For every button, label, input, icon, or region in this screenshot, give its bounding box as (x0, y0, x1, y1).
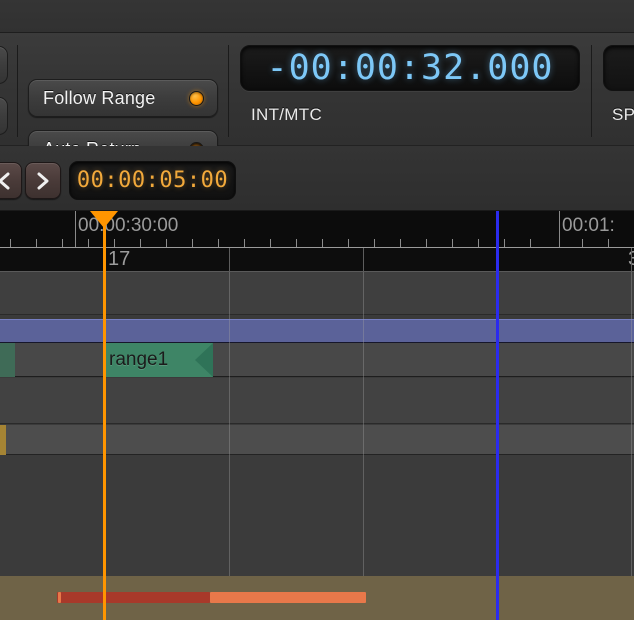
follow-range-button[interactable]: Follow Range (28, 79, 218, 117)
track-row[interactable] (0, 272, 634, 315)
range-end-arrow-icon (195, 343, 213, 377)
window-title-bar (0, 0, 634, 33)
track-row[interactable] (0, 425, 634, 455)
locator-timecode-value: 00:00:05:00 (76, 168, 229, 193)
ruler-major-tick (559, 211, 560, 248)
ruler-major-tick (75, 211, 76, 248)
bar-divider (631, 248, 632, 271)
bar-number: 17 (108, 248, 131, 270)
previous-marker-button[interactable] (0, 162, 22, 199)
track-row-selected[interactable] (0, 319, 634, 343)
transport-toolbar: Follow Range Auto Return -00:00:32.000 I… (0, 33, 634, 168)
playhead-handle-icon[interactable] (90, 211, 118, 228)
toolbar-divider-3 (591, 45, 592, 137)
bar-divider (363, 248, 364, 271)
toolbar-divider-1 (17, 45, 18, 137)
grid-line (229, 272, 230, 576)
bar-divider (229, 248, 230, 271)
track-row-range[interactable] (0, 343, 634, 377)
overview-clip-marker (58, 592, 61, 603)
track-lanes-area[interactable]: range1 (0, 272, 634, 576)
ruler-time-label: 00:01: (562, 215, 615, 236)
track-row[interactable] (0, 378, 634, 424)
chevron-right-icon (37, 172, 49, 189)
daw-transport-timeline-window: Follow Range Auto Return -00:00:32.000 I… (0, 0, 634, 620)
toolbar-divider-2 (228, 45, 229, 137)
range-clip[interactable]: range1 (103, 343, 213, 377)
overview-clip-recorded[interactable] (57, 592, 210, 603)
primary-timecode-value: -00:00:32.000 (266, 48, 554, 88)
secondary-sync-label: SP (612, 105, 634, 124)
grid-line (631, 272, 632, 576)
chevron-left-icon (0, 172, 10, 189)
locator-timecode-display[interactable]: 00:00:05:00 (69, 161, 236, 200)
overview-clip-active[interactable] (210, 592, 366, 603)
range-clip-label: range1 (109, 349, 169, 370)
range-clip-partial[interactable] (0, 343, 15, 377)
track-row[interactable] (0, 456, 634, 576)
bar-number-row[interactable]: 17 3 (0, 248, 634, 272)
secondary-timecode-display[interactable] (603, 45, 634, 91)
edge-button-bottom[interactable] (0, 97, 8, 135)
grid-line (363, 272, 364, 576)
primary-timecode-display[interactable]: -00:00:32.000 (240, 45, 580, 91)
sync-source-label: INT/MTC (251, 105, 323, 124)
next-marker-button[interactable] (25, 162, 61, 199)
gold-clip-partial[interactable] (0, 425, 6, 455)
follow-range-label: Follow Range (43, 87, 156, 108)
marker-line[interactable] (496, 211, 499, 620)
edge-button-top[interactable] (0, 46, 8, 84)
playhead-line[interactable] (103, 226, 106, 620)
follow-range-led-icon[interactable] (189, 91, 204, 106)
timeline-overview-strip[interactable] (0, 576, 634, 620)
